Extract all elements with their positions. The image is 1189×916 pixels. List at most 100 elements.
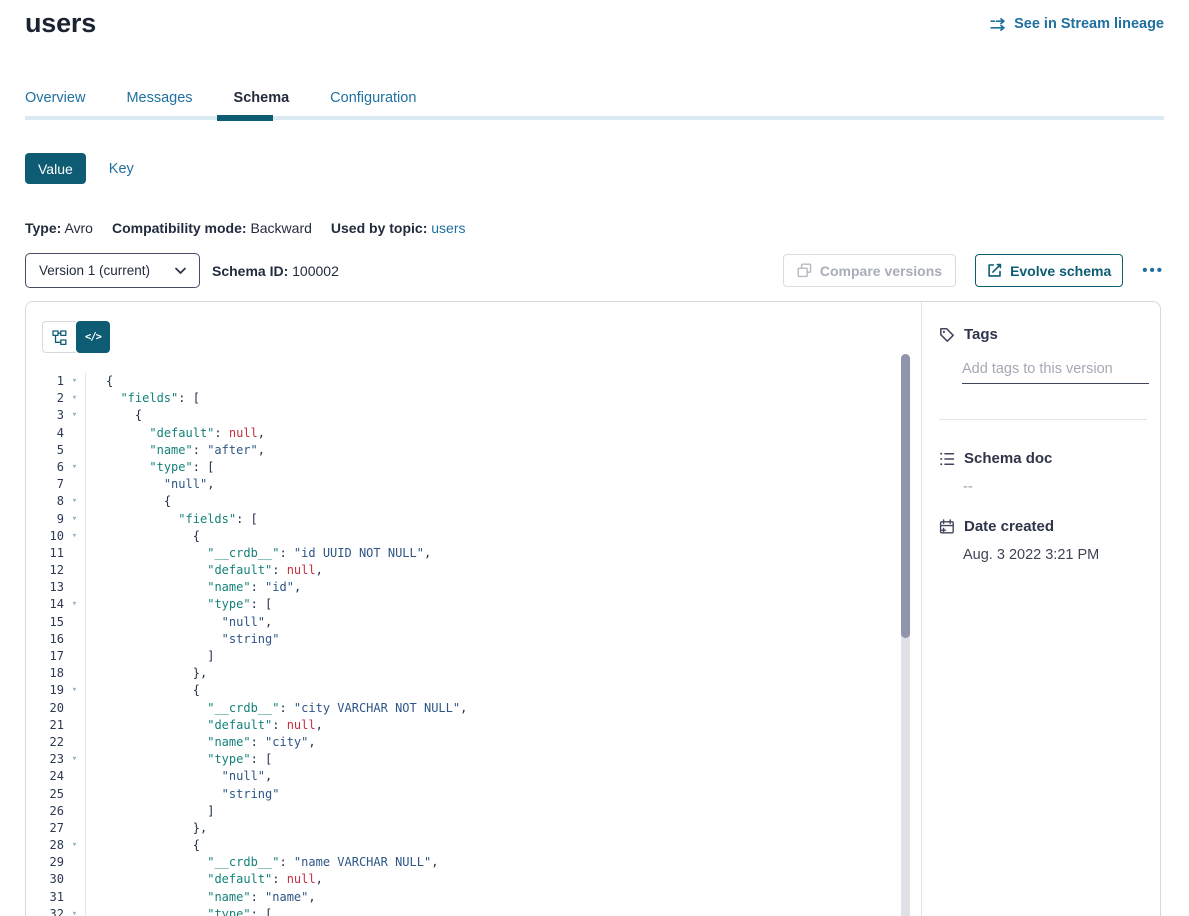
code-line: 24 "null",	[26, 768, 899, 785]
active-tab-underline	[217, 115, 273, 121]
line-number: 19	[26, 682, 64, 699]
code-text: "default": null,	[86, 871, 323, 888]
schema-sidebar: Tags Schema doc --	[922, 302, 1160, 916]
fold-arrow-icon[interactable]: ▾	[64, 459, 86, 476]
fold-arrow-icon[interactable]: ▾	[64, 906, 86, 916]
code-line: 3▾{	[26, 407, 899, 424]
code-text: "string"	[86, 631, 279, 648]
code-text: {	[86, 528, 200, 545]
tab-schema[interactable]: Schema	[234, 90, 290, 106]
code-line: 28▾{	[26, 837, 899, 854]
code-text: "name": "id",	[86, 579, 301, 596]
tab-configuration[interactable]: Configuration	[330, 90, 416, 106]
line-number: 7	[26, 476, 64, 493]
fold-spacer	[64, 562, 86, 579]
fold-spacer	[64, 545, 86, 562]
fold-arrow-icon[interactable]: ▾	[64, 511, 86, 528]
line-number: 23	[26, 751, 64, 768]
add-tags-input[interactable]	[962, 359, 1149, 384]
version-select[interactable]: Version 1 (current)	[25, 253, 200, 288]
fold-arrow-icon[interactable]: ▾	[64, 682, 86, 699]
line-number: 26	[26, 803, 64, 820]
code-line: 19▾{	[26, 682, 899, 699]
used-by-topic-label: Used by topic:	[331, 220, 427, 236]
date-created-heading-label: Date created	[964, 518, 1054, 535]
code-text: "default": null,	[86, 562, 323, 579]
code-text: "default": null,	[86, 425, 265, 442]
key-toggle-link[interactable]: Key	[109, 161, 134, 177]
compare-versions-button[interactable]: Compare versions	[783, 254, 956, 287]
fold-arrow-icon[interactable]: ▾	[64, 373, 86, 390]
stream-lineage-icon	[990, 18, 1007, 31]
tree-view-button[interactable]	[42, 321, 76, 353]
fold-arrow-icon[interactable]: ▾	[64, 596, 86, 613]
code-line: 1▾{	[26, 373, 899, 390]
editor-scrollbar-thumb[interactable]	[901, 354, 910, 638]
stream-lineage-label: See in Stream lineage	[1014, 16, 1164, 32]
code-text: {	[86, 407, 142, 424]
code-text: "name": "after",	[86, 442, 265, 459]
compare-versions-label: Compare versions	[820, 263, 942, 279]
code-text: {	[86, 373, 113, 390]
tab-underline-track	[25, 116, 1164, 120]
more-options-button[interactable]: •••	[1142, 263, 1164, 278]
fold-arrow-icon[interactable]: ▾	[64, 407, 86, 424]
code-text: "__crdb__": "name VARCHAR NULL",	[86, 854, 438, 871]
fold-arrow-icon[interactable]: ▾	[64, 493, 86, 510]
code-line: 30"default": null,	[26, 871, 899, 888]
line-number: 24	[26, 768, 64, 785]
code-lines: 1▾{2▾"fields": [3▾{4"default": null,5"na…	[26, 373, 899, 916]
line-number: 6	[26, 459, 64, 476]
code-text: "default": null,	[86, 717, 323, 734]
tab-bar: Overview Messages Schema Configuration	[25, 90, 457, 106]
tags-section: Tags	[939, 326, 1147, 384]
line-number: 29	[26, 854, 64, 871]
code-view-button[interactable]: </>	[76, 321, 110, 353]
code-line: 2▾"fields": [	[26, 390, 899, 407]
code-line: 14▾"type": [	[26, 596, 899, 613]
fold-spacer	[64, 820, 86, 837]
tab-overview[interactable]: Overview	[25, 90, 85, 106]
page-title: users	[25, 8, 96, 39]
code-text: ]	[86, 648, 214, 665]
evolve-schema-button[interactable]: Evolve schema	[975, 254, 1123, 287]
fold-spacer	[64, 786, 86, 803]
fold-spacer	[64, 631, 86, 648]
stream-lineage-link[interactable]: See in Stream lineage	[990, 16, 1164, 32]
code-text: "fields": [	[86, 511, 258, 528]
code-line: 7"null",	[26, 476, 899, 493]
schema-doc-value: --	[963, 479, 1147, 495]
code-text: {	[86, 837, 200, 854]
line-number: 4	[26, 425, 64, 442]
schema-id-label: Schema ID:	[212, 263, 288, 279]
fold-arrow-icon[interactable]: ▾	[64, 837, 86, 854]
code-line: 26]	[26, 803, 899, 820]
code-text: "type": [	[86, 751, 272, 768]
tab-messages[interactable]: Messages	[126, 90, 192, 106]
code-text: "null",	[86, 768, 272, 785]
version-select-value: Version 1 (current)	[39, 263, 150, 278]
line-number: 21	[26, 717, 64, 734]
calendar-icon	[939, 519, 955, 535]
tags-heading: Tags	[939, 326, 1147, 343]
edit-icon	[987, 263, 1002, 278]
schema-id: Schema ID: 100002	[212, 263, 339, 279]
line-number: 28	[26, 837, 64, 854]
compatibility-value: Backward	[250, 220, 311, 236]
code-line: 17]	[26, 648, 899, 665]
topic-link[interactable]: users	[431, 220, 465, 236]
fold-arrow-icon[interactable]: ▾	[64, 751, 86, 768]
schema-doc-section: Schema doc --	[939, 450, 1147, 495]
fold-arrow-icon[interactable]: ▾	[64, 528, 86, 545]
value-toggle-button[interactable]: Value	[25, 153, 86, 184]
fold-spacer	[64, 734, 86, 751]
compatibility-label: Compatibility mode:	[112, 220, 247, 236]
line-number: 15	[26, 614, 64, 631]
schema-panel: </> 1▾{2▾"fields": [3▾{4 "default": null,…	[25, 301, 1161, 916]
line-number: 11	[26, 545, 64, 562]
date-created-section: Date created Aug. 3 2022 3:21 PM	[939, 518, 1147, 563]
tree-view-icon	[52, 330, 67, 345]
line-number: 20	[26, 700, 64, 717]
fold-spacer	[64, 854, 86, 871]
fold-arrow-icon[interactable]: ▾	[64, 390, 86, 407]
